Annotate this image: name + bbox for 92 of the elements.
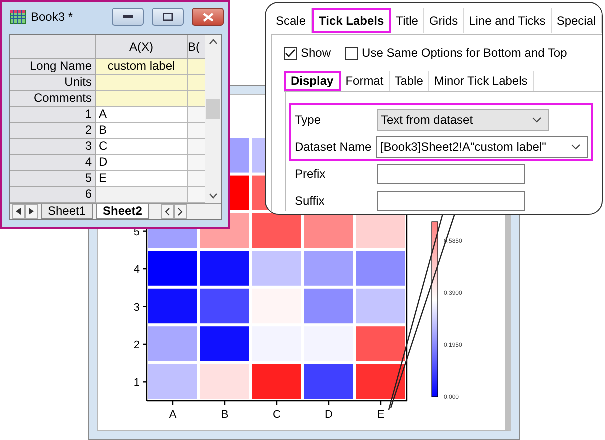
row-header: Long Name [10,59,96,75]
row-header: 4 [10,155,96,171]
minimize-button[interactable] [112,8,144,26]
heatmap-cell [304,214,353,248]
checkbox[interactable] [345,46,358,60]
row-header: 3 [10,139,96,155]
minimize-icon [123,15,133,19]
table-cell [188,123,206,139]
chevron-right-icon [178,208,184,216]
table-cell [188,59,206,75]
checkbox[interactable] [284,46,297,60]
x-tick-label: C [273,409,281,421]
table-cell: A [96,107,188,123]
table-cell: C [96,139,188,155]
heatmap-cell [200,326,249,362]
heatmap-cell [356,251,405,286]
x-tick-label: B [221,409,229,421]
checkbox-label: Show [301,46,332,60]
heatmap-cell [356,214,405,248]
row-header: 2 [10,123,96,139]
field-label: Suffix [295,194,326,208]
field-label: Type [295,112,322,126]
scroll-up-icon [208,39,218,45]
input-field[interactable] [377,190,525,210]
triangle-right-icon [29,208,34,215]
tab[interactable]: Display [284,71,341,91]
heatmap-cell [252,214,301,248]
maximize-button[interactable] [152,8,184,26]
column-header[interactable]: B( [188,35,206,59]
row-header: Comments [10,91,96,107]
close-icon [202,12,214,22]
window-title: Book3 * [31,10,74,24]
x-tick-label: D [325,409,333,421]
heatmap-cell [356,364,405,399]
chevron-left-icon [165,208,170,216]
x-tick-label: E [377,409,385,421]
heatmap-cell [148,364,197,399]
heatmap-cell [356,326,405,362]
table-cell: custom label [96,59,188,75]
scrollbar-thumb[interactable] [206,99,220,119]
row-header: Units [10,75,96,91]
y-tick-label: 3 [134,302,140,314]
heatmap-cell [200,251,249,286]
heatmap-cell [148,251,197,286]
heatmap-cell [304,288,353,324]
table-cell [188,107,206,123]
field-label: Dataset Name [295,140,373,154]
heatmap-cell [356,288,405,324]
table-cell [188,155,206,171]
table-cell [188,171,206,187]
input-field[interactable] [377,164,525,184]
table-cell [188,91,206,107]
sheet-tab[interactable]: Sheet2 [96,204,150,219]
scroll-right-button[interactable] [174,204,188,219]
table-cell [188,75,206,91]
close-button[interactable] [192,8,224,26]
previous-sheet-button[interactable] [12,204,25,219]
chevron-down-icon [532,116,542,122]
heatmap-cell [200,288,249,324]
table-cell [188,139,206,155]
y-tick-label: 2 [134,339,140,352]
heatmap-cell [304,364,353,399]
table-cell: B [96,123,188,139]
chevron-down-icon [571,144,581,150]
row-header: 1 [10,107,96,123]
y-tick-label: 4 [134,264,140,276]
triangle-left-icon [16,208,21,215]
y-tick-label: 1 [134,377,140,390]
row-header: 5 [10,171,96,187]
x-tick-label: A [169,409,177,421]
column-header[interactable]: A(X) [96,35,188,59]
heatmap-cell [200,364,249,399]
heatmap-cell [252,364,301,399]
row-header: 6 [10,187,96,203]
maximize-icon [163,13,173,21]
sheet-tab[interactable]: Sheet1 [41,204,94,219]
heatmap-cell [252,251,301,286]
dataset-combobox[interactable]: [Book3]Sheet2!A"custom label" [376,136,588,158]
next-sheet-button[interactable] [25,204,38,219]
type-dropdown[interactable]: Text from dataset [377,108,549,130]
vertical-scrollbar[interactable] [205,35,221,203]
table-cell: E [96,171,188,187]
scroll-down-icon [208,193,218,199]
heatmap-cell [148,288,197,324]
checkbox-label: Use Same Options for Bottom and Top [362,46,568,60]
tab[interactable]: Tick Labels [312,8,392,33]
table-cell: D [96,155,188,171]
scroll-left-button[interactable] [161,204,174,219]
heatmap-cell [304,251,353,286]
heatmap-cell [148,326,197,362]
field-label: Prefix [295,166,327,180]
worksheet-icon [10,10,26,24]
